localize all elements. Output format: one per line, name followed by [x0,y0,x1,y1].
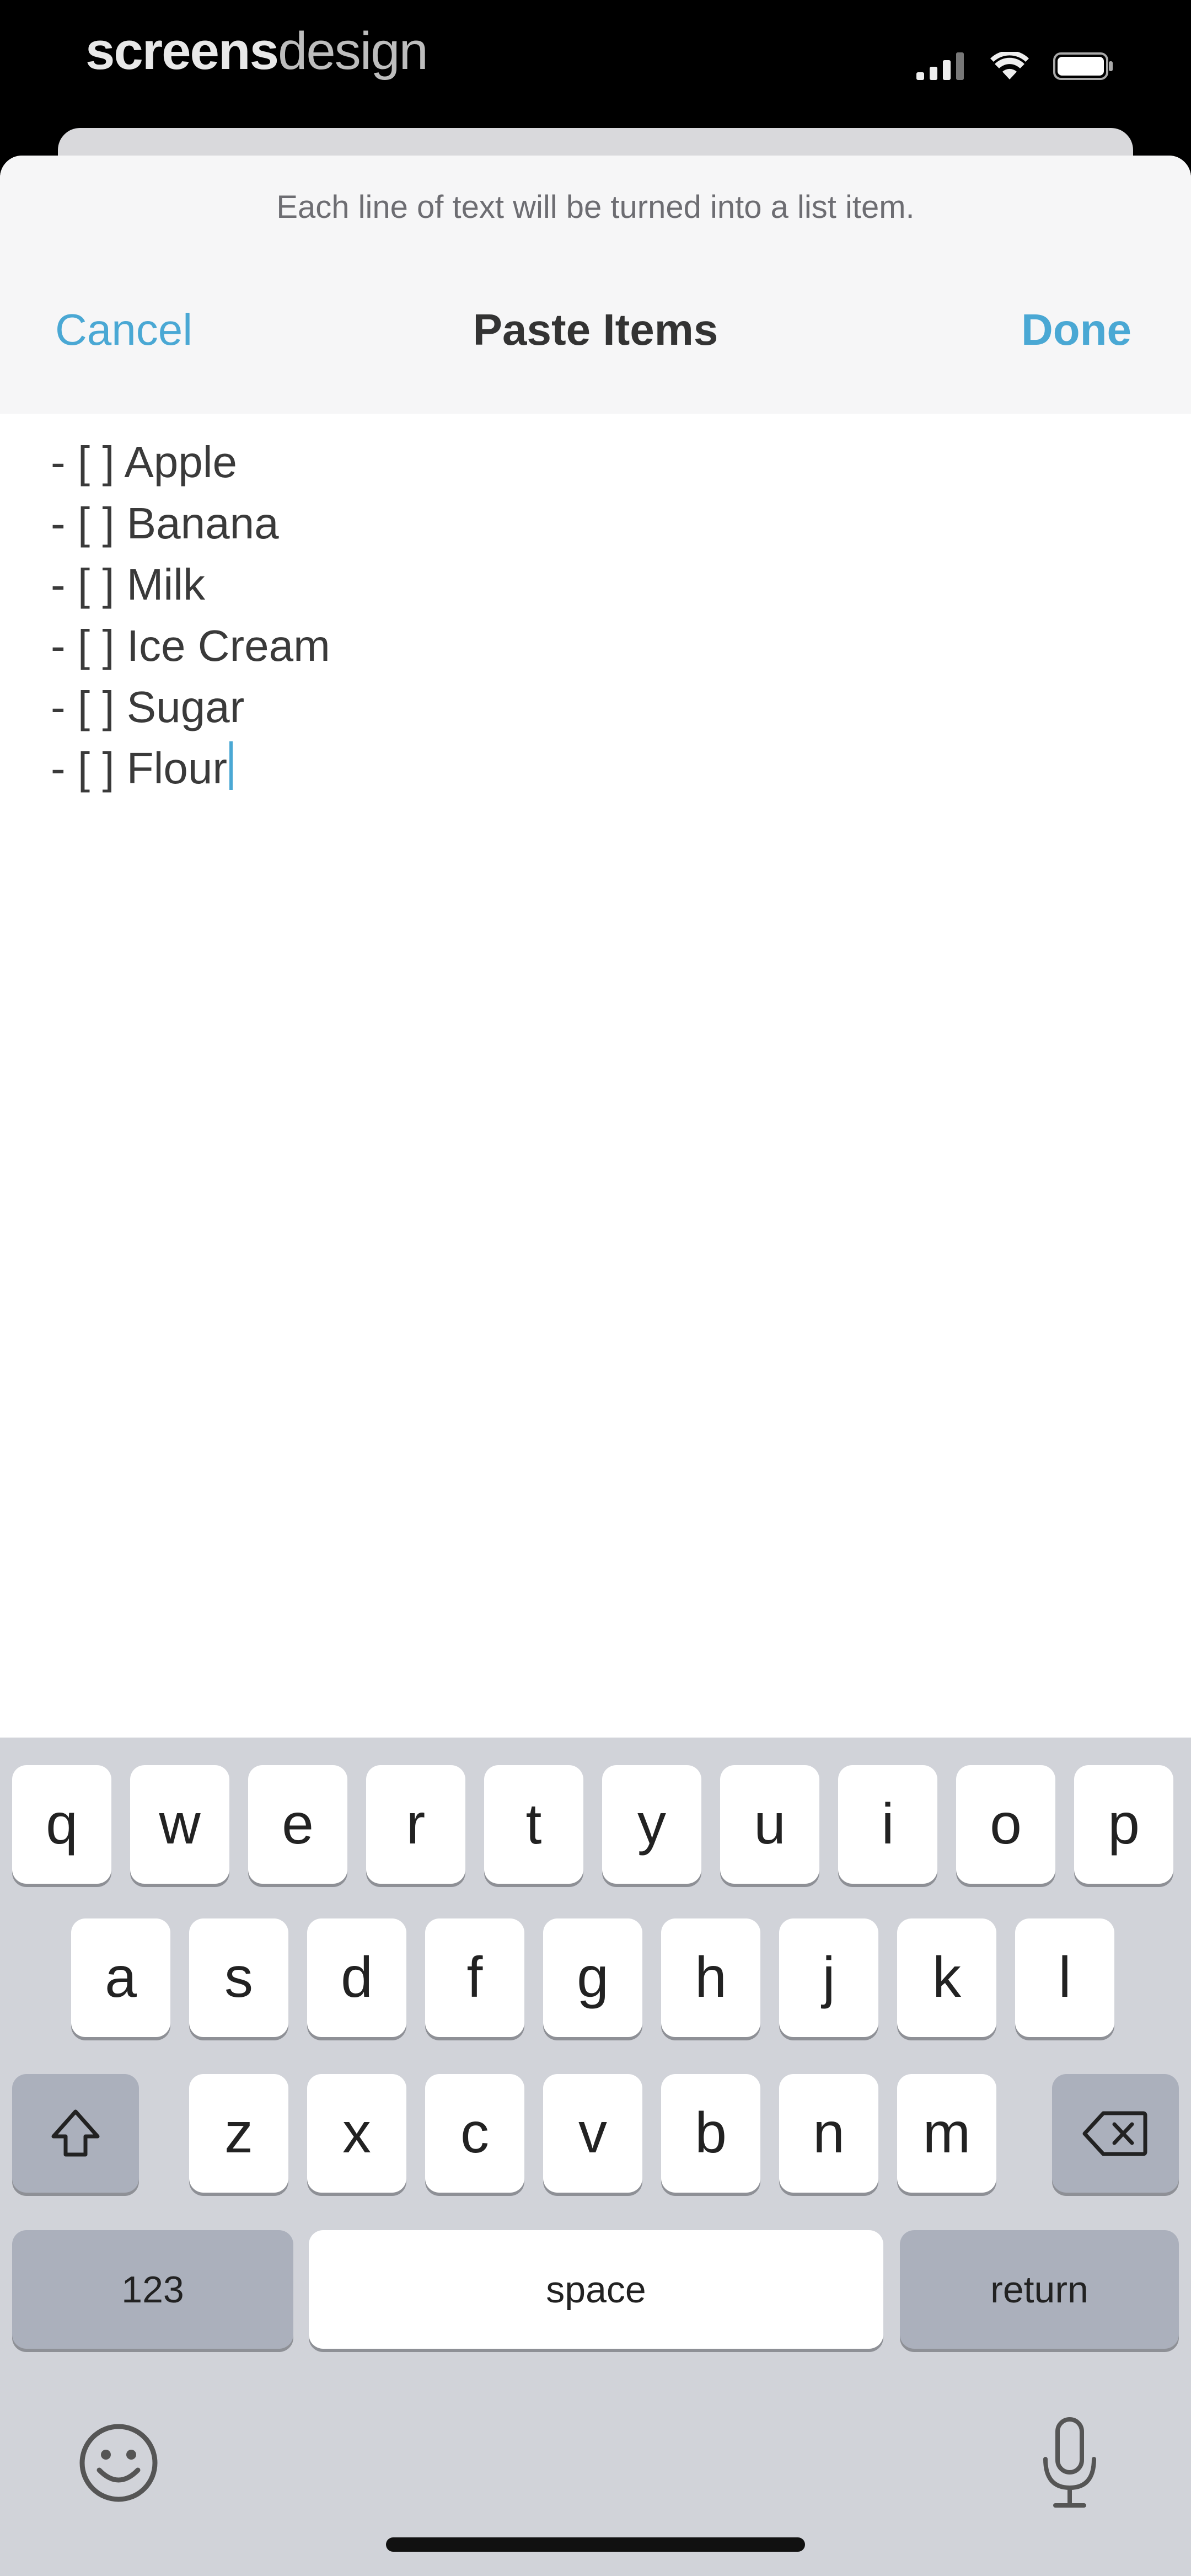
key-k[interactable]: k [897,1918,996,2037]
key-i[interactable]: i [838,1765,937,1884]
brand-bold-text: screens [85,22,279,81]
key-h[interactable]: h [661,1918,760,2037]
key-w[interactable]: w [130,1765,229,1884]
list-item-line-last: - [ ] Flour [51,737,1142,799]
brand-light-text: design [277,22,428,81]
status-icons [916,50,1114,83]
key-z[interactable]: z [189,2074,288,2193]
space-key[interactable]: space [309,2230,883,2349]
key-v[interactable]: v [543,2074,642,2193]
key-l[interactable]: l [1015,1918,1114,2037]
key-q[interactable]: q [12,1765,111,1884]
key-n[interactable]: n [779,2074,878,2193]
key-d[interactable]: d [307,1918,406,2037]
sheet-title: Paste Items [473,305,718,354]
list-item-line: - [ ] Milk [51,560,205,609]
key-m[interactable]: m [897,2074,996,2193]
key-g[interactable]: g [543,1918,642,2037]
key-j[interactable]: j [779,1918,878,2037]
status-bar: screensdesign [0,0,1191,127]
wifi-icon [990,52,1029,79]
microphone-icon[interactable] [1037,2416,1103,2510]
brand-watermark: screensdesign [85,21,428,82]
numbers-key[interactable]: 123 [12,2230,293,2349]
keyboard: q w e r t y u i o p a s d f g h j k l z … [0,1738,1191,2576]
key-e[interactable]: e [248,1765,347,1884]
sheet-header: Each line of text will be turned into a … [0,156,1191,414]
delete-key[interactable] [1052,2074,1179,2193]
text-caret [229,741,233,790]
battery-icon [1053,52,1113,80]
key-o[interactable]: o [956,1765,1055,1884]
key-p[interactable]: p [1074,1765,1173,1884]
list-item-text: - [ ] Flour [51,744,228,793]
list-item-line: - [ ] Banana [51,499,279,548]
list-item-line: - [ ] Sugar [51,682,245,731]
shift-icon [51,2109,100,2156]
key-x[interactable]: x [307,2074,406,2193]
key-r[interactable]: r [366,1765,465,1884]
emoji-icon[interactable] [77,2422,160,2504]
key-c[interactable]: c [425,2074,524,2193]
shift-key[interactable] [12,2074,139,2193]
list-item-line: - [ ] Ice Cream [51,621,330,670]
key-f[interactable]: f [425,1918,524,2037]
key-a[interactable]: a [71,1918,170,2037]
key-t[interactable]: t [484,1765,583,1884]
key-b[interactable]: b [661,2074,760,2193]
key-y[interactable]: y [602,1765,701,1884]
return-key[interactable]: return [900,2230,1179,2349]
done-button[interactable]: Done [1021,304,1131,355]
delete-icon [1082,2111,1147,2156]
key-s[interactable]: s [189,1918,288,2037]
signal-icon [916,52,964,80]
list-item-line: - [ ] Apple [51,437,237,487]
key-u[interactable]: u [720,1765,819,1884]
home-indicator[interactable] [386,2537,805,2552]
paste-text-area[interactable]: - [ ] Apple - [ ] Banana - [ ] Milk - [ … [51,431,1142,1866]
hint-text: Each line of text will be turned into a … [276,189,915,225]
